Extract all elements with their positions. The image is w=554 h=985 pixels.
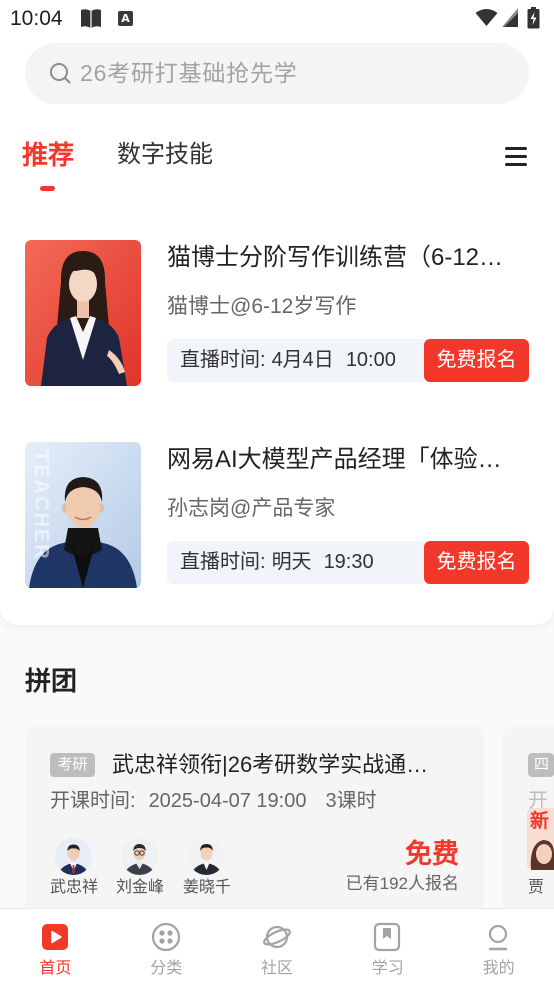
teacher-item: 姜晓千 xyxy=(177,838,237,902)
live-time-label: 直播时间: xyxy=(180,551,266,573)
nav-item-study[interactable]: 学习 xyxy=(332,909,443,985)
live-date: 明天 xyxy=(271,551,312,573)
enrolled-count: 已有192人报名 xyxy=(345,874,459,893)
recommend-panel: 推荐 数字技能 xyxy=(0,0,554,625)
search-bar[interactable] xyxy=(25,43,529,104)
group-course-title: 武忠祥领衔|26考研数学实战通… xyxy=(112,752,429,777)
cover-watermark-text: TEACHER xyxy=(30,450,52,561)
live-time: 19:30 xyxy=(323,551,374,573)
category-icon xyxy=(151,922,180,952)
avatar xyxy=(55,838,92,875)
status-time: 10:04 xyxy=(10,7,63,30)
start-time: 2025-04-07 19:00 xyxy=(148,790,307,812)
nav-item-profile[interactable]: 我的 xyxy=(443,909,554,985)
free-enroll-button[interactable]: 免费报名 xyxy=(424,339,529,382)
avatar xyxy=(188,838,225,875)
nav-item-category[interactable]: 分类 xyxy=(111,909,222,985)
live-time: 10:00 xyxy=(345,349,396,371)
tab-recommend[interactable]: 推荐 xyxy=(22,138,74,172)
group-buy-card-next[interactable]: 四 开 新 贾 xyxy=(503,725,554,925)
category-tag: 考研 xyxy=(50,753,95,777)
group-buy-section-title: 拼团 xyxy=(25,666,78,696)
tab-digital-skills[interactable]: 数字技能 xyxy=(117,138,213,172)
signal-icon xyxy=(502,8,518,27)
new-badge: 新 xyxy=(530,811,550,832)
free-enroll-button[interactable]: 免费报名 xyxy=(424,541,529,584)
search-icon xyxy=(50,63,71,84)
course-title: 网易AI大模型产品经理「体验… xyxy=(167,446,502,473)
battery-charging-icon xyxy=(527,7,540,29)
planet-icon xyxy=(262,925,291,949)
nav-label: 社区 xyxy=(260,960,293,977)
nav-label: 分类 xyxy=(150,960,183,977)
study-bookmark-icon xyxy=(374,922,401,952)
nav-item-home[interactable]: 首页 xyxy=(0,909,111,985)
course-cover-image xyxy=(25,240,141,386)
app-a-icon: A xyxy=(118,11,133,26)
teacher-portrait xyxy=(530,840,554,870)
start-time-label: 开课时间: xyxy=(50,790,136,812)
course-title: 猫博士分阶写作训练营（6-12… xyxy=(167,244,504,271)
menu-icon[interactable] xyxy=(503,144,529,168)
active-tab-indicator xyxy=(40,186,55,191)
book-icon xyxy=(81,9,101,28)
category-tag: 四 xyxy=(528,753,554,777)
live-time-label: 直播时间: xyxy=(180,349,266,371)
nav-label: 我的 xyxy=(482,960,515,977)
live-date: 4月4日 xyxy=(271,349,334,371)
teacher-name: 姜晓千 xyxy=(182,879,231,896)
bottom-nav: 首页 分类 社区 学习 我的 xyxy=(0,908,554,985)
course-teacher: 猫博士@6-12岁写作 xyxy=(167,295,357,318)
course-teacher: 孙志岗@产品专家 xyxy=(167,497,336,520)
live-time-box: 直播时间: 4月4日 10:00 xyxy=(167,339,424,382)
group-buy-card[interactable]: 考研 武忠祥领衔|26考研数学实战通… 开课时间: 2025-04-07 19:0… xyxy=(25,725,484,925)
teacher-name: 武忠祥 xyxy=(49,879,98,896)
course-start-info: 开课时间: 2025-04-07 19:00 3课时 xyxy=(50,788,377,814)
nav-item-community[interactable]: 社区 xyxy=(222,909,333,985)
teacher-item: 武忠祥 xyxy=(44,838,104,902)
wifi-icon xyxy=(475,9,498,26)
teacher-name: 贾 xyxy=(528,879,545,896)
price-label: 免费 xyxy=(405,839,459,869)
lesson-count: 3课时 xyxy=(325,790,377,812)
teacher-cover-image: 新 xyxy=(527,808,554,870)
profile-icon xyxy=(488,924,508,951)
course-card[interactable]: TEACHER 网易AI大模型产品经理「体验… 孙志岗@产品专家 直播时间: 明天… xyxy=(25,442,529,592)
avatar xyxy=(121,838,158,875)
nav-label: 首页 xyxy=(39,960,72,977)
home-play-icon xyxy=(42,924,68,950)
course-cover-image: TEACHER xyxy=(25,442,141,588)
teacher-item: 刘金峰 xyxy=(110,838,170,902)
course-card[interactable]: 猫博士分阶写作训练营（6-12… 猫博士@6-12岁写作 直播时间: 4月4日 10… xyxy=(25,240,529,390)
teacher-name: 刘金峰 xyxy=(115,879,164,896)
status-bar: 10:04 A xyxy=(0,0,554,38)
nav-label: 学习 xyxy=(371,960,404,977)
live-time-box: 直播时间: 明天 19:30 xyxy=(167,541,424,584)
search-input[interactable] xyxy=(80,43,510,104)
